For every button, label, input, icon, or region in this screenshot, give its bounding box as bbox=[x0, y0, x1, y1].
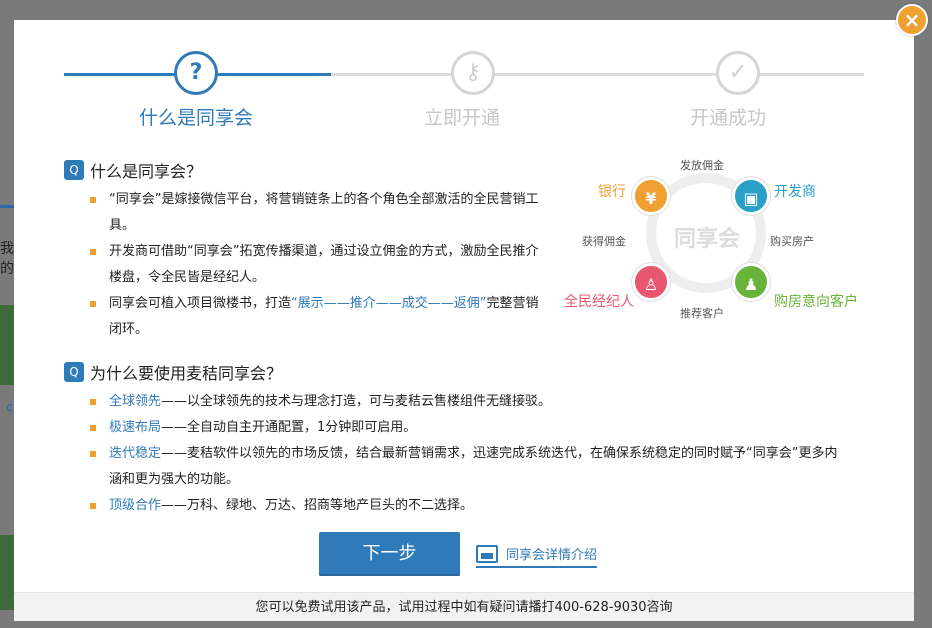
ecosystem-diagram: 同享会 ¥ ▣ ♟ ♙ 银行 开发商 购房意向客户 全民经纪人 发放佣金 购买房… bbox=[554, 145, 874, 325]
agent-icon: ♙ bbox=[632, 263, 670, 301]
list-item: 同享会可植入项目微楼书，打造“展示——推介——成交——返佣”完整营销闭环。 bbox=[90, 291, 550, 343]
edge-label-right: 购买房产 bbox=[770, 235, 814, 248]
list-item: 迭代稳定——麦秸软件以领先的市场反馈，结合最新营销需求，迅速完成系统迭代，在确保… bbox=[90, 441, 850, 493]
node-label-bank: 银行 bbox=[598, 184, 626, 200]
customer-icon: ♟ bbox=[732, 263, 770, 301]
list-item: 顶级合作——万科、绿地、万达、招商等地产巨头的不二选择。 bbox=[90, 493, 850, 519]
step-line-2 bbox=[331, 73, 864, 76]
section1-list: “同享会”是嫁接微信平台，将营销链条上的各个角色全部激活的全民营销工具。 开发商… bbox=[90, 187, 550, 343]
list-item: 极速布局——全自动自主开通配置，1分钟即可启用。 bbox=[90, 415, 850, 441]
q-icon: Q bbox=[64, 362, 84, 382]
list-item-highlight: 顶级合作 bbox=[109, 498, 162, 513]
node-label-developer: 开发商 bbox=[774, 184, 816, 200]
list-item: 开发商可借助“同享会”拓宽传播渠道，通过设立佣金的方式，激励全民推介楼盘，令全民… bbox=[90, 239, 550, 291]
diagram-center-label: 同享会 bbox=[673, 227, 740, 252]
question-icon: ? bbox=[174, 51, 218, 95]
list-item-text: ——万科、绿地、万达、招商等地产巨头的不二选择。 bbox=[161, 498, 474, 513]
list-item: 全球领先——以全球领先的技术与理念打造，可与麦秸云售楼组件无缝接驳。 bbox=[90, 389, 850, 415]
bank-icon: ¥ bbox=[632, 177, 670, 215]
q-icon: Q bbox=[64, 160, 84, 180]
node-label-customer: 购房意向客户 bbox=[774, 294, 858, 310]
developer-icon: ▣ bbox=[732, 177, 770, 215]
background-nav-bar bbox=[0, 205, 14, 208]
picture-icon bbox=[476, 544, 498, 563]
next-step-button[interactable]: 下一步 bbox=[319, 532, 460, 576]
edge-label-left: 获得佣金 bbox=[582, 235, 626, 248]
step-label-what: 什么是同享会 bbox=[138, 107, 253, 129]
section-title-what: Q 什么是同享会？ bbox=[64, 158, 202, 182]
section-title-why: Q 为什么要使用麦秸同享会？ bbox=[64, 360, 282, 384]
list-item-highlight: “展示——推介——成交——返佣” bbox=[291, 296, 487, 311]
intro-modal: ? ⚷ ✓ 什么是同享会 立即开通 开通成功 Q 什么是同享会？ “同享会”是嫁… bbox=[14, 20, 914, 621]
node-label-agent: 全民经纪人 bbox=[564, 294, 634, 310]
close-button[interactable]: × bbox=[896, 4, 928, 36]
background-text: 我的 bbox=[0, 241, 14, 277]
list-item: “同享会”是嫁接微信平台，将营销链条上的各个角色全部激活的全民营销工具。 bbox=[90, 187, 550, 239]
section2-list: 全球领先——以全球领先的技术与理念打造，可与麦秸云售楼组件无缝接驳。 极速布局—… bbox=[90, 389, 850, 519]
footer-note: 您可以免费试用该产品，试用过程中如有疑问请播打400-628-9030咨询 bbox=[14, 592, 914, 621]
edge-label-top: 发放佣金 bbox=[680, 159, 724, 172]
edge-label-bottom: 推荐客户 bbox=[680, 307, 724, 320]
background-image bbox=[0, 535, 14, 610]
section-title-text: 为什么要使用麦秸同享会？ bbox=[90, 364, 283, 383]
details-link[interactable]: 同享会详情介绍 bbox=[476, 544, 598, 568]
list-item-highlight: 极速布局 bbox=[109, 420, 162, 435]
background-image bbox=[0, 305, 14, 385]
list-item-text: 同享会可植入项目微楼书，打造 bbox=[109, 296, 292, 311]
list-item-text: ——以全球领先的技术与理念打造，可与麦秸云售楼组件无缝接驳。 bbox=[161, 394, 552, 409]
list-item-text: ——麦秸软件以领先的市场反馈，结合最新营销需求，迅速完成系统迭代，在确保系统稳定… bbox=[109, 446, 838, 487]
step-progress: ? ⚷ ✓ 什么是同享会 立即开通 开通成功 bbox=[14, 20, 914, 150]
list-item-highlight: 迭代稳定 bbox=[109, 446, 162, 461]
list-item-text: ——全自动自主开通配置，1分钟即可启用。 bbox=[161, 420, 417, 435]
step-label-open: 立即开通 bbox=[423, 107, 500, 129]
key-icon: ⚷ bbox=[451, 51, 495, 95]
list-item-highlight: 全球领先 bbox=[109, 394, 162, 409]
check-icon: ✓ bbox=[716, 51, 760, 95]
section-title-text: 什么是同享会？ bbox=[90, 162, 203, 181]
background-marker: ¢ bbox=[6, 400, 14, 414]
details-link-label: 同享会详情介绍 bbox=[506, 548, 598, 563]
step-label-success: 开通成功 bbox=[689, 107, 766, 129]
